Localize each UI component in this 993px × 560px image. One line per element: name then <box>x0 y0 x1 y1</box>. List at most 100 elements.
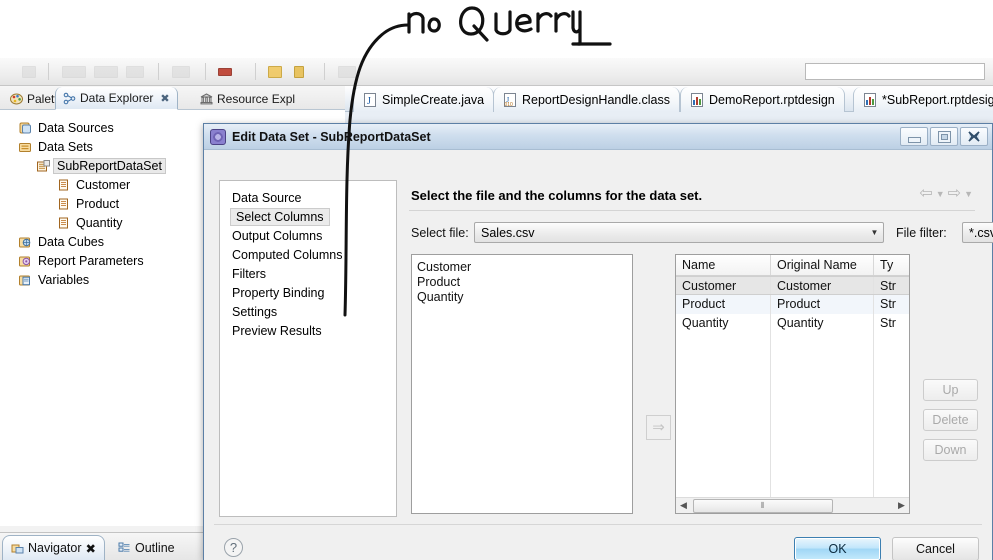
nav-item-settings[interactable]: Settings <box>220 303 396 322</box>
list-item[interactable]: Product <box>417 275 632 290</box>
data-sources-icon <box>18 121 33 135</box>
dialog-title-text: Edit Data Set - SubReportDataSet <box>232 129 431 144</box>
close-icon[interactable]: ✖ <box>86 541 96 556</box>
toolbar-icon-4[interactable] <box>126 66 144 78</box>
table-header-row: Name Original Name Ty <box>676 255 909 276</box>
table-row[interactable]: Product Product Str <box>676 295 909 314</box>
back-arrow-icon[interactable]: ⇦ <box>919 186 932 202</box>
editor-tab-demoreport[interactable]: DemoReport.rptdesign <box>680 87 845 112</box>
scrollbar-track[interactable]: ⦀ <box>691 498 894 513</box>
java-file-icon: J <box>363 92 377 107</box>
cell-name: Product <box>676 295 771 314</box>
toolbar-icon-2[interactable] <box>62 66 86 78</box>
screen-root: J SimpleCreate.java J 010 ReportDesignHa… <box>0 0 993 560</box>
editor-tab-simplecreate[interactable]: J SimpleCreate.java <box>353 87 495 112</box>
selected-columns-table[interactable]: Name Original Name Ty Customer Customer … <box>675 254 910 514</box>
dialog-nav-list[interactable]: Data Source Select Columns Output Column… <box>219 180 397 517</box>
view-tab-label: Outline <box>135 540 175 555</box>
view-tab-outline[interactable]: Outline <box>110 535 183 560</box>
column-header-type[interactable]: Ty <box>874 255 909 275</box>
view-tab-data-explorer[interactable]: Data Explorer ✖ <box>55 87 178 110</box>
dialog-window-buttons <box>900 127 988 146</box>
dialog-maximize-button[interactable] <box>930 127 958 146</box>
table-empty-row <box>676 371 909 390</box>
nav-item-filters[interactable]: Filters <box>220 265 396 284</box>
toolbar-search-field[interactable] <box>805 63 985 80</box>
editor-tab-label: DemoReport.rptdesign <box>709 92 835 107</box>
workbench-toolbar[interactable] <box>0 58 993 86</box>
data-explorer-icon <box>63 92 76 105</box>
nav-item-data-source[interactable]: Data Source <box>220 189 396 208</box>
toolbar-icon-1[interactable] <box>22 66 36 78</box>
view-tab-resource-explorer[interactable]: Resource Expl <box>192 87 303 110</box>
table-row[interactable]: Customer Customer Str <box>676 276 909 295</box>
select-file-value: Sales.csv <box>481 225 535 240</box>
nav-item-wrap: Preview Results <box>220 322 396 341</box>
table-empty-row <box>676 447 909 466</box>
table-empty-row <box>676 409 909 428</box>
delete-button[interactable]: Delete <box>923 409 978 431</box>
tree-item-label: Data Sets <box>38 139 93 154</box>
cell-type: Str <box>874 295 909 314</box>
column-header-name[interactable]: Name <box>676 255 771 275</box>
scrollbar-thumb[interactable]: ⦀ <box>693 498 833 513</box>
nav-item-select-columns[interactable]: Select Columns <box>230 208 330 226</box>
cell-original-name: Customer <box>771 277 874 294</box>
chevron-down-icon[interactable]: ▼ <box>964 186 973 202</box>
select-file-label: Select file: <box>411 226 469 240</box>
tree-item-label: Data Cubes <box>38 234 105 249</box>
nav-item-computed-columns[interactable]: Computed Columns <box>220 246 396 265</box>
rptdesign-file-icon <box>690 92 704 107</box>
file-filter-value: *.csv <box>969 225 993 240</box>
help-icon[interactable]: ? <box>224 538 243 557</box>
column-header-original-name[interactable]: Original Name <box>771 255 874 275</box>
resource-explorer-icon <box>200 92 213 105</box>
nav-item-output-columns[interactable]: Output Columns <box>220 227 396 246</box>
move-right-button[interactable]: ⇒ <box>646 415 671 440</box>
table-row[interactable]: Quantity Quantity Str <box>676 314 909 333</box>
list-item[interactable]: Customer <box>417 260 632 275</box>
navigator-icon <box>11 542 24 555</box>
scroll-right-arrow-icon[interactable]: ▶ <box>894 500 909 511</box>
close-icon[interactable]: ✖ <box>160 92 169 105</box>
cell-type: Str <box>874 277 909 294</box>
page-nav-arrows[interactable]: ⇦ ▼ ⇨ ▼ <box>919 186 973 202</box>
forward-arrow-icon[interactable]: ⇨ <box>948 186 961 202</box>
toolbar-icon-3[interactable] <box>94 66 118 78</box>
editor-tab-subreport[interactable]: *SubReport.rptdesign <box>853 87 993 112</box>
chevron-down-icon[interactable]: ▼ <box>866 228 883 237</box>
view-tab-navigator[interactable]: Navigator ✖ <box>2 535 105 560</box>
dialog-close-button[interactable] <box>960 127 988 146</box>
cell-name: Customer <box>676 277 771 294</box>
toolbar-icon-8[interactable] <box>338 66 356 78</box>
file-filter-combo[interactable]: *.csv ▼ <box>962 222 993 243</box>
down-button[interactable]: Down <box>923 439 978 461</box>
tree-item-label: Customer <box>76 177 131 192</box>
table-horizontal-scrollbar[interactable]: ◀ ⦀ ▶ <box>676 497 909 513</box>
toolbar-icon-6[interactable] <box>268 66 282 78</box>
select-file-combo[interactable]: Sales.csv ▼ <box>474 222 884 243</box>
svg-text:010: 010 <box>505 102 514 107</box>
toolbar-icon-5[interactable] <box>172 66 190 78</box>
view-tab-row: Palette Data Explorer ✖ Resource Expl <box>0 86 345 110</box>
editor-tab-reportdesignhandle[interactable]: J 010 ReportDesignHandle.class <box>493 87 680 112</box>
scroll-left-arrow-icon[interactable]: ◀ <box>676 500 691 511</box>
dialog-title-bar[interactable]: Edit Data Set - SubReportDataSet <box>204 124 992 150</box>
toolbar-separator-2 <box>158 63 159 80</box>
toolbar-separator-5 <box>324 63 325 80</box>
view-tab-label: Resource Expl <box>217 91 296 106</box>
up-button[interactable]: Up <box>923 379 978 401</box>
nav-item-preview-results[interactable]: Preview Results <box>220 322 396 341</box>
toolbar-stop-icon[interactable] <box>218 68 232 76</box>
table-empty-row <box>676 428 909 447</box>
chevron-down-icon[interactable]: ▼ <box>936 186 945 202</box>
variables-icon <box>18 273 33 287</box>
toolbar-icon-7[interactable] <box>294 66 304 78</box>
tree-item-label: SubReportDataSet <box>53 157 166 174</box>
nav-item-property-binding[interactable]: Property Binding <box>220 284 396 303</box>
ok-button[interactable]: OK <box>794 537 881 560</box>
available-columns-list[interactable]: Customer Product Quantity <box>411 254 633 514</box>
dialog-minimize-button[interactable] <box>900 127 928 146</box>
cancel-button[interactable]: Cancel <box>892 537 979 560</box>
list-item[interactable]: Quantity <box>417 290 632 305</box>
